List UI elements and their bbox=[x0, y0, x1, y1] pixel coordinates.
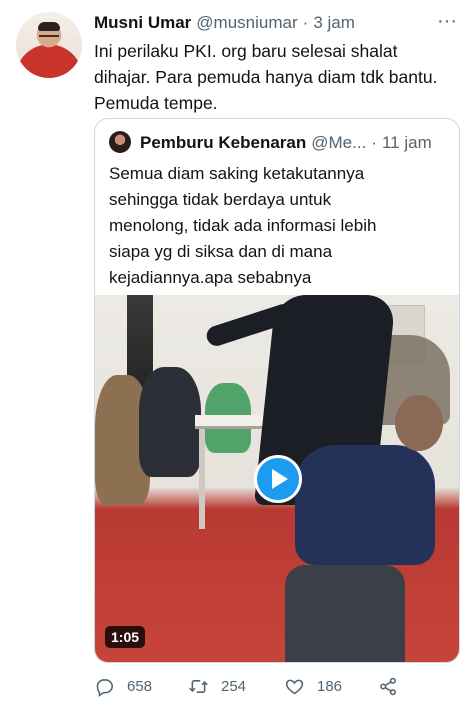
video-scene-victim-legs bbox=[285, 565, 405, 662]
quoted-tweet[interactable]: Pemburu Kebenaran @Me... · 11 jam Semua … bbox=[94, 118, 460, 663]
like-button[interactable]: 186 bbox=[284, 674, 342, 698]
quote-author-name: Pemburu Kebenaran bbox=[140, 133, 307, 152]
tweet[interactable]: Musni Umar @musniumar · 3 jam ··· Ini pe… bbox=[0, 0, 474, 705]
author-handle[interactable]: @musniumar bbox=[196, 13, 297, 33]
like-icon bbox=[285, 679, 304, 694]
retweet-count: 254 bbox=[221, 677, 247, 695]
video-player[interactable]: 1:05 bbox=[95, 295, 459, 662]
share-icon bbox=[380, 677, 396, 695]
quote-text: Semua diam saking ketakutannya sehingga … bbox=[109, 161, 449, 291]
quote-time: 11 jam bbox=[381, 133, 432, 152]
quote-text-line: menolong, tidak ada informasi lebih bbox=[109, 216, 377, 235]
tweet-header: Musni Umar @musniumar · 3 jam bbox=[94, 12, 355, 34]
tweet-time[interactable]: 3 jam bbox=[313, 13, 355, 33]
reply-icon bbox=[96, 678, 113, 697]
video-scene-victim bbox=[295, 445, 435, 565]
video-scene-table-leg bbox=[199, 429, 205, 529]
separator-dot: · bbox=[302, 13, 309, 32]
avatar-glasses bbox=[39, 35, 59, 40]
share-button[interactable] bbox=[378, 674, 399, 698]
avatar-hair bbox=[38, 22, 60, 31]
tweet-actions: 658 254 186 bbox=[94, 674, 464, 698]
tweet-text-line: Ini perilaku PKI. org baru selesai shala… bbox=[94, 41, 398, 61]
quote-header: Pemburu Kebenaran @Me... · 11 jam bbox=[140, 132, 432, 154]
play-icon bbox=[272, 469, 288, 489]
tweet-text-line: dihajar. Para pemuda hanya diam tdk bant… bbox=[94, 67, 438, 87]
tweet-text: Ini perilaku PKI. org baru selesai shala… bbox=[94, 38, 464, 116]
quote-author-handle: @Me... bbox=[311, 133, 367, 152]
quote-separator-dot: · bbox=[371, 133, 377, 152]
author-name[interactable]: Musni Umar bbox=[94, 13, 191, 33]
reply-count: 658 bbox=[127, 677, 153, 695]
quote-text-line: sehingga tidak berdaya untuk bbox=[109, 190, 332, 209]
more-options-icon[interactable]: ··· bbox=[434, 10, 460, 36]
like-count: 186 bbox=[317, 677, 343, 695]
video-duration: 1:05 bbox=[105, 626, 146, 648]
quote-avatar bbox=[109, 131, 131, 153]
quote-text-line: Semua diam saking ketakutannya bbox=[109, 164, 365, 183]
tweet-text-line: Pemuda tempe. bbox=[94, 93, 218, 113]
avatar[interactable] bbox=[16, 12, 82, 78]
play-button[interactable] bbox=[254, 455, 302, 503]
quote-text-line: siapa yg di siksa dan di mana bbox=[109, 242, 333, 261]
retweet-icon bbox=[189, 679, 208, 693]
quote-text-line: kejadiannya.apa sebabnya bbox=[109, 268, 312, 287]
video-scene-victim-head bbox=[395, 395, 443, 451]
retweet-button[interactable]: 254 bbox=[188, 674, 246, 698]
video-scene-person bbox=[139, 367, 201, 477]
reply-button[interactable]: 658 bbox=[94, 674, 152, 698]
